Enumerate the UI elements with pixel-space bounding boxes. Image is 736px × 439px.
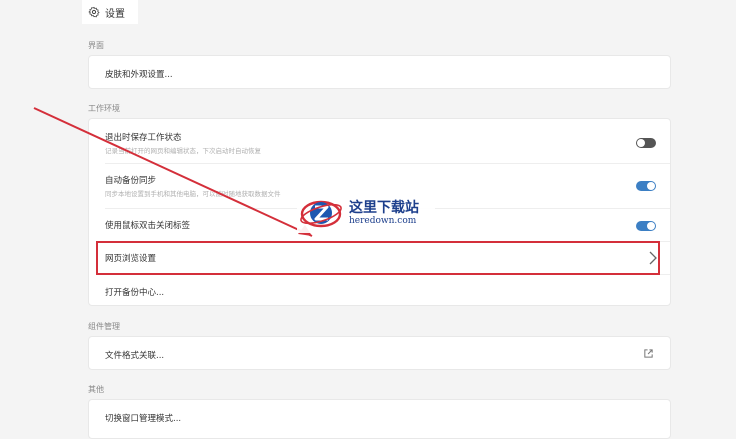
web-browse-settings-label: 网页浏览设置 xyxy=(105,254,157,264)
file-association-label: 文件格式关联... xyxy=(105,351,165,361)
save-on-exit-row: 退出时保存工作状态 记录当前打开的网页和编辑状态，下次启动时自动恢复 xyxy=(89,119,670,163)
save-on-exit-toggle[interactable] xyxy=(636,138,656,148)
title-bar: 设置 xyxy=(0,0,736,26)
double-click-close-toggle[interactable] xyxy=(636,221,656,231)
backup-center-label: 打开备份中心... xyxy=(105,288,165,298)
auto-backup-label: 自动备份同步 xyxy=(105,176,157,186)
watermark-text-cn: 这里下载站 xyxy=(349,199,419,216)
other-card: 切换窗口管理模式... xyxy=(88,399,671,439)
watermark-text-en: heredown.com xyxy=(349,215,417,226)
window-mode-label: 切换窗口管理模式... xyxy=(105,414,182,424)
watermark-logo xyxy=(300,200,342,228)
auto-backup-desc: 同步本地设置到手机和其他电脑，可以随时随地获取数据文件 xyxy=(105,190,281,198)
backup-center-row[interactable]: 打开备份中心... xyxy=(89,275,670,307)
external-link-icon xyxy=(644,349,653,358)
section-label-components: 组件管理 xyxy=(88,322,120,331)
watermark: 这里下载站 heredown.com xyxy=(297,193,435,233)
skin-settings-row[interactable]: 皮肤和外观设置... xyxy=(89,56,670,90)
chevron-right-icon xyxy=(649,251,657,265)
skin-settings-label: 皮肤和外观设置... xyxy=(105,70,173,80)
window-title: 设置 xyxy=(105,8,125,20)
window-mode-row[interactable]: 切换窗口管理模式... xyxy=(89,400,670,434)
section-label-appearance: 界面 xyxy=(88,41,104,50)
save-on-exit-desc: 记录当前打开的网页和编辑状态，下次启动时自动恢复 xyxy=(105,147,261,155)
settings-tab[interactable]: 设置 xyxy=(82,0,138,24)
auto-backup-toggle[interactable] xyxy=(636,181,656,191)
appearance-card: 皮肤和外观设置... xyxy=(88,55,671,89)
web-browse-settings-row[interactable]: 网页浏览设置 xyxy=(89,242,670,274)
section-label-other: 其他 xyxy=(88,385,104,394)
file-association-row[interactable]: 文件格式关联... xyxy=(89,337,670,371)
save-on-exit-label: 退出时保存工作状态 xyxy=(105,133,182,143)
section-label-workspace: 工作环境 xyxy=(88,104,120,113)
gear-icon xyxy=(88,6,100,18)
double-click-close-label: 使用鼠标双击关闭标签 xyxy=(105,221,191,231)
components-card: 文件格式关联... xyxy=(88,336,671,370)
